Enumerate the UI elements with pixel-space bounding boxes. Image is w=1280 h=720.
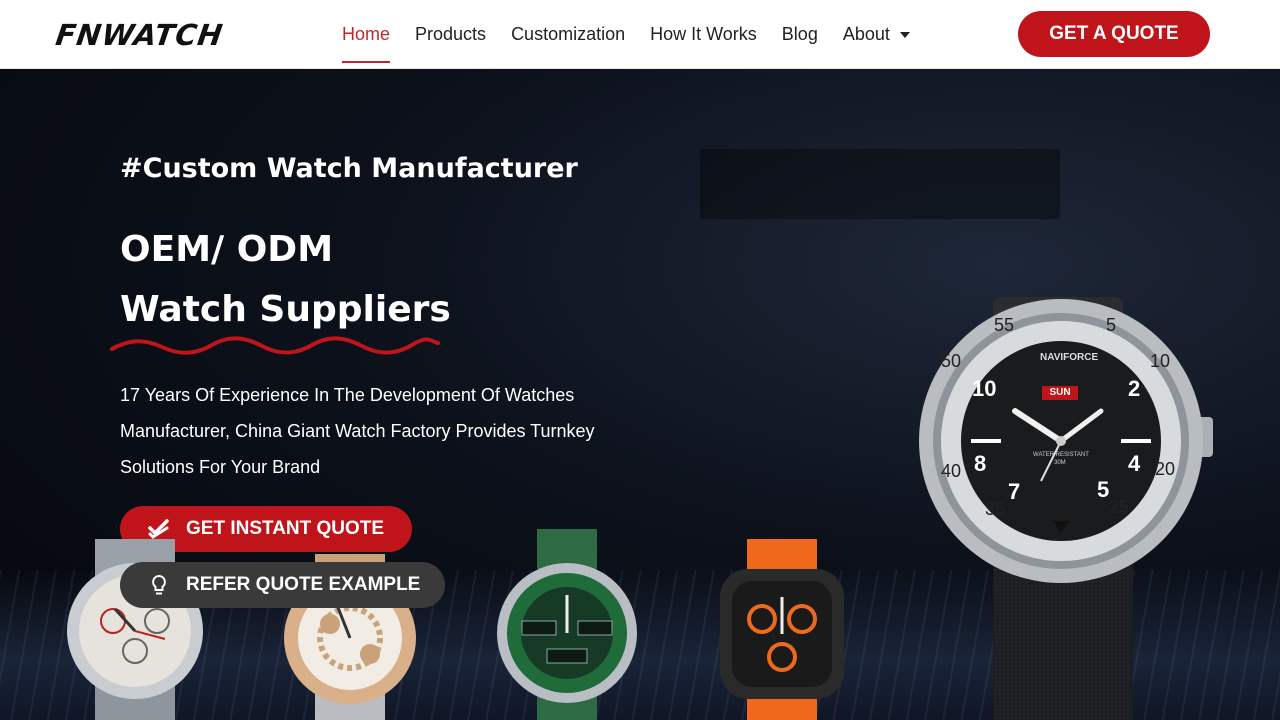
watch-bezel-50: 50	[941, 351, 962, 371]
watch-hour-8: 8	[974, 451, 987, 476]
watch-hour-2: 2	[1128, 376, 1141, 401]
nav-customization[interactable]: Customization	[511, 0, 625, 69]
lightbulb-icon	[148, 574, 170, 596]
watch-depth-label: 30M	[1054, 460, 1066, 466]
watch-bezel-40: 40	[941, 461, 962, 481]
site-header: FNWATCH Home Products Customization How …	[0, 0, 1280, 69]
nav-about-label: About	[842, 24, 890, 44]
get-instant-quote-label: GET INSTANT QUOTE	[186, 518, 385, 539]
watch-brand-label: NAVIFORCE	[1040, 352, 1099, 363]
watch-bezel-10: 10	[1150, 351, 1171, 371]
nav-how-it-works[interactable]: How It Works	[650, 0, 757, 69]
hero-tagline: #Custom Watch Manufacturer	[120, 153, 578, 184]
watch-orange-square-image	[720, 539, 844, 720]
watch-green-digital-image	[497, 529, 637, 720]
main-nav: Home Products Customization How It Works…	[342, 0, 935, 69]
watch-day-window: SUN	[1042, 386, 1078, 400]
hero-title-line1: OEM/ ODM	[120, 229, 334, 270]
brand-logo[interactable]: FNWATCH	[54, 18, 226, 52]
nav-about[interactable]: About	[843, 0, 910, 69]
hero-section: #Custom Watch Manufacturer OEM/ ODM Watc…	[0, 69, 1280, 720]
nav-home[interactable]: Home	[342, 0, 391, 69]
nav-products[interactable]: Products	[415, 0, 486, 69]
double-check-icon	[148, 518, 170, 540]
watch-bezel-25: 25	[1109, 497, 1130, 517]
get-a-quote-button[interactable]: GET A QUOTE	[1018, 11, 1210, 57]
watch-bezel-55: 55	[994, 315, 1015, 335]
watch-bezel-35: 35	[985, 499, 1006, 519]
watch-bezel-5: 5	[1106, 315, 1117, 335]
refer-quote-example-label: REFER QUOTE EXAMPLE	[186, 574, 421, 595]
hero-description: 17 Years Of Experience In The Developmen…	[120, 385, 595, 477]
watch-bezel-20: 20	[1155, 459, 1176, 479]
watch-hour-4: 4	[1128, 451, 1141, 476]
watch-hands	[971, 408, 1151, 533]
watch-hour-5: 5	[1097, 477, 1110, 502]
watch-water-resistant-label: WATER RESISTANT	[1033, 452, 1089, 458]
caret-down-icon	[899, 31, 910, 38]
watch-hour-10: 10	[972, 376, 997, 401]
squiggle-underline	[110, 336, 440, 355]
nav-blog[interactable]: Blog	[782, 0, 818, 69]
hero-title-line2: Watch Suppliers	[120, 289, 451, 330]
refer-quote-example-button[interactable]: REFER QUOTE EXAMPLE	[120, 562, 445, 608]
watch-hour-7: 7	[1008, 479, 1021, 504]
hero-backdrop-shade	[700, 149, 1060, 219]
